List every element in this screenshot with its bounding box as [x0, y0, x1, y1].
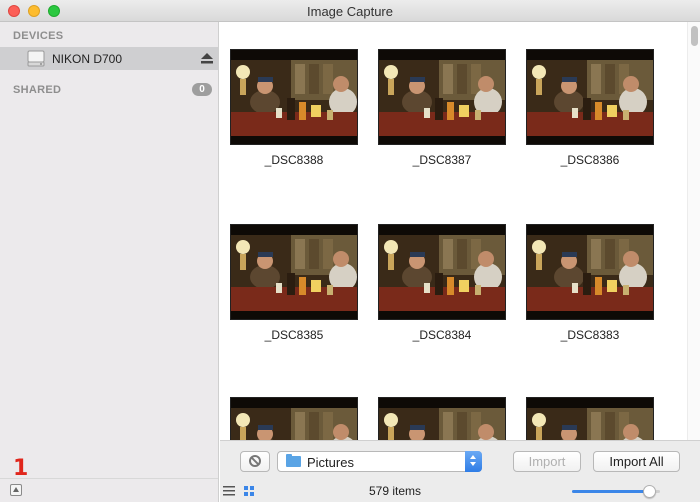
item-count: 579 items: [368, 484, 422, 498]
destination-label: Pictures: [307, 455, 354, 470]
shared-header: SHARED: [13, 84, 62, 96]
slider-fill: [572, 490, 649, 493]
photo-grid: _DSC8388 _DSC8387 _DSC8386 _DSC8385 _DSC8384…: [220, 22, 700, 440]
import-all-button[interactable]: Import All: [593, 451, 680, 472]
eject-icon[interactable]: [201, 53, 213, 64]
sidebar: DEVICES NIKON D700 SHARED 0 1: [0, 22, 219, 502]
sidebar-item-nikon-d700[interactable]: NIKON D700: [0, 47, 218, 70]
folder-icon: [286, 454, 301, 467]
window-title: Image Capture: [307, 4, 393, 19]
photo-item[interactable]: _DSC8385: [230, 224, 360, 342]
photo-thumbnail[interactable]: [526, 49, 654, 145]
sidebar-divider: [0, 478, 218, 479]
import-button[interactable]: Import: [513, 451, 581, 472]
photo-item[interactable]: _DSC8387: [378, 49, 508, 167]
shared-count-badge: 0: [192, 83, 212, 96]
image-capture-window: Image Capture DEVICES NIKON D700 SHARED …: [0, 0, 700, 502]
photo-thumbnail[interactable]: [378, 397, 506, 440]
photo-item[interactable]: [378, 397, 508, 440]
photo-filename: _DSC8383: [560, 328, 620, 342]
photo-thumbnail[interactable]: [230, 49, 358, 145]
slider-knob[interactable]: [643, 485, 656, 498]
photo-item[interactable]: [230, 397, 360, 440]
photo-filename: _DSC8384: [412, 328, 472, 342]
photo-item[interactable]: _DSC8388: [230, 49, 360, 167]
no-entry-icon: [249, 455, 261, 467]
sidebar-item-label: NIKON D700: [52, 52, 123, 66]
photo-item[interactable]: _DSC8383: [526, 224, 656, 342]
photo-thumbnail[interactable]: [378, 49, 506, 145]
photo-thumbnail[interactable]: [526, 224, 654, 320]
status-bar: 579 items: [220, 480, 700, 502]
photo-item[interactable]: [526, 397, 656, 440]
photo-item[interactable]: _DSC8384: [378, 224, 508, 342]
scrollbar-thumb[interactable]: [691, 26, 698, 46]
vertical-scrollbar[interactable]: [687, 22, 700, 440]
photo-item[interactable]: _DSC8386: [526, 49, 656, 167]
photo-filename: _DSC8385: [264, 328, 324, 342]
import-toolbar: Pictures Import Import All: [220, 440, 700, 480]
photo-thumbnail[interactable]: [230, 397, 358, 440]
photo-thumbnail[interactable]: [230, 224, 358, 320]
title-bar: Image Capture: [0, 0, 700, 22]
thumbnail-size-slider[interactable]: [572, 485, 660, 498]
camera-drive-icon: [27, 50, 45, 67]
devices-header: DEVICES: [13, 30, 64, 42]
photo-thumbnail[interactable]: [526, 397, 654, 440]
delete-button[interactable]: [240, 451, 270, 472]
photo-filename: _DSC8388: [264, 153, 324, 167]
popup-arrows-icon: [465, 451, 482, 472]
import-destination-select[interactable]: Pictures: [277, 451, 482, 472]
photo-thumbnail[interactable]: [378, 224, 506, 320]
sidebar-toggle-icon[interactable]: [10, 484, 22, 496]
photo-filename: _DSC8387: [412, 153, 472, 167]
photo-filename: _DSC8386: [560, 153, 620, 167]
